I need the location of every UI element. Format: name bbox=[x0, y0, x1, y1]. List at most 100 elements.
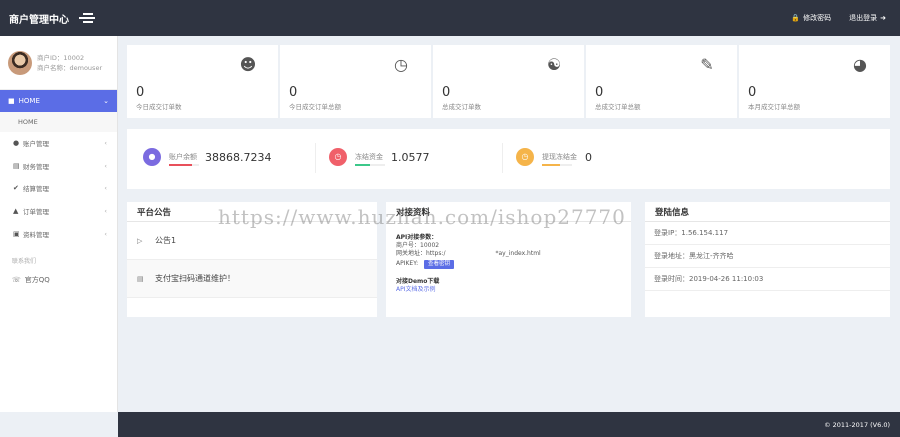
cart-plus-icon: ✎ bbox=[700, 55, 714, 74]
balance-item: ● 账户余额 38868.7234 bbox=[143, 148, 271, 166]
chevron-left-icon: ‹ bbox=[104, 184, 107, 193]
login-time: 登录时间：2019-04-26 11:10:03 bbox=[645, 268, 890, 291]
sidebar: 商户ID：10002 商户名称：demouser ■ HOME ⌄ HOME ●… bbox=[0, 36, 118, 412]
api-gateway: 网关地址：https:/ bbox=[396, 250, 446, 257]
cart-icon: ▲ bbox=[13, 207, 19, 216]
balance-value: 38868.7234 bbox=[205, 150, 272, 164]
stat-value: 0 bbox=[595, 85, 604, 100]
chevron-left-icon: ‹ bbox=[104, 207, 107, 216]
stats-row: ☻ 0 今日成交订单数 ◷ 0 今日成交订单总额 ☯ 0 总成交订单数 ✎ 0 … bbox=[127, 45, 890, 118]
main-content: ☻ 0 今日成交订单数 ◷ 0 今日成交订单总额 ☯ 0 总成交订单数 ✎ 0 … bbox=[118, 36, 900, 412]
balance-progress bbox=[542, 164, 572, 166]
sidebar-item-orders[interactable]: ▲ 订单管理 ‹ bbox=[0, 200, 117, 223]
chevron-left-icon: ‹ bbox=[104, 139, 107, 148]
stat-label: 本月成交订单总额 bbox=[748, 103, 800, 111]
sidebar-item-label: 资料管理 bbox=[23, 230, 49, 239]
balance-progress bbox=[169, 164, 199, 166]
notice-item[interactable]: ▷ 公告1 bbox=[127, 222, 377, 260]
panel-title: 对接资料 bbox=[386, 202, 631, 222]
divider bbox=[502, 143, 503, 173]
sidebar-item-profile[interactable]: ▣ 资料管理 ‹ bbox=[0, 222, 117, 245]
api-doc-link[interactable]: API文档及示例 bbox=[396, 286, 631, 294]
logout-label: 退出登录 bbox=[849, 14, 878, 22]
merchant-name: 商户名称：demouser bbox=[37, 63, 103, 72]
message-icon: ▤ bbox=[137, 274, 144, 283]
sidebar-item-label: 账户管理 bbox=[23, 140, 49, 149]
avatar bbox=[8, 50, 32, 75]
stat-label: 总成交订单总额 bbox=[595, 103, 641, 111]
stat-value: 0 bbox=[748, 85, 757, 100]
stat-card: ◷ 0 今日成交订单总额 bbox=[280, 45, 431, 118]
copyright: © 2011-2017 (V6.0) bbox=[824, 420, 890, 429]
sign-out-icon: ➜ bbox=[880, 14, 886, 22]
menu-toggle-icon[interactable] bbox=[79, 13, 95, 23]
sidebar-item-home[interactable]: ■ HOME ⌄ bbox=[0, 90, 117, 112]
user-circle-icon: ● bbox=[143, 148, 161, 166]
sidebar-item-account[interactable]: ● 账户管理 ‹ bbox=[0, 132, 117, 155]
balance-progress bbox=[355, 164, 385, 166]
footer: © 2011-2017 (V6.0) bbox=[118, 412, 900, 437]
brand: 商户管理中心 bbox=[0, 11, 118, 26]
login-location: 登录地址：黑龙江-齐齐哈 bbox=[645, 245, 890, 268]
login-info-panel: 登陆信息 登录IP：1.56.154.117 登录地址：黑龙江-齐齐哈 登录时间… bbox=[645, 202, 890, 317]
contact-section-label: 联系我们 bbox=[12, 258, 37, 266]
sidebar-item-label: HOME bbox=[18, 97, 40, 105]
notice-item[interactable]: ▤ 支付宝扫码通道维护！ bbox=[127, 260, 377, 298]
balance-label: 提现冻结金 bbox=[542, 153, 577, 161]
stat-label: 今日成交订单总额 bbox=[289, 103, 341, 111]
apikey-label: APIKEY: bbox=[396, 260, 419, 267]
stat-card: ☯ 0 总成交订单数 bbox=[433, 45, 584, 118]
sidebar-item-label: 财务管理 bbox=[23, 162, 49, 171]
balance-value: 0 bbox=[585, 150, 592, 164]
chevron-down-icon: ⌄ bbox=[103, 97, 109, 105]
balance-item: ◷ 冻结资金 1.0577 bbox=[329, 148, 430, 166]
official-qq-link[interactable]: ☏ 官方QQ bbox=[0, 271, 117, 289]
login-ip: 登录IP：1.56.154.117 bbox=[645, 222, 890, 245]
user-icon: ● bbox=[13, 139, 20, 148]
stat-card: ✎ 0 总成交订单总额 bbox=[586, 45, 737, 118]
balance-item: ◷ 提现冻结金 0 bbox=[516, 148, 592, 166]
card-icon: ▤ bbox=[13, 161, 20, 170]
api-panel: 对接资料 API对接参数： 商户号：10002 网关地址：https:/ *ay… bbox=[386, 202, 631, 317]
check-icon: ✔ bbox=[13, 184, 19, 193]
user-panel: 商户ID：10002 商户名称：demouser bbox=[0, 36, 117, 90]
logout-link[interactable]: 退出登录 ➜ bbox=[849, 13, 886, 23]
view-apikey-button[interactable]: 查看密钥 bbox=[424, 260, 455, 269]
chevron-left-icon: ‹ bbox=[104, 229, 107, 238]
stat-value: 0 bbox=[442, 85, 451, 100]
sidebar-item-finance[interactable]: ▤ 财务管理 ‹ bbox=[0, 155, 117, 178]
stat-value: 0 bbox=[289, 85, 298, 100]
balance-row: ● 账户余额 38868.7234 ◷ 冻结资金 1.0577 ◷ 提现冻结金 … bbox=[127, 129, 890, 189]
api-info-title: API对接参数： bbox=[396, 234, 438, 241]
notice-panel: 平台公告 ▷ 公告1 ▤ 支付宝扫码通道维护！ bbox=[127, 202, 377, 317]
panel-title: 平台公告 bbox=[127, 202, 377, 222]
qq-label: 官方QQ bbox=[24, 275, 50, 284]
stat-card: ☻ 0 今日成交订单数 bbox=[127, 45, 278, 118]
notice-text: 公告1 bbox=[155, 236, 177, 245]
pie-chart-icon: ◕ bbox=[853, 55, 867, 74]
clock-icon: ◷ bbox=[329, 148, 347, 166]
change-password-link[interactable]: 🔒 修改密码 bbox=[791, 13, 831, 23]
lock-icon: 🔒 bbox=[791, 14, 801, 22]
stat-value: 0 bbox=[136, 85, 145, 100]
balance-value: 1.0577 bbox=[391, 150, 430, 164]
panel-title: 登陆信息 bbox=[645, 202, 890, 222]
bank-icon: ▣ bbox=[13, 229, 20, 238]
stat-label: 今日成交订单数 bbox=[136, 103, 182, 111]
stat-card: ◕ 0 本月成交订单总额 bbox=[739, 45, 890, 118]
home-icon: ■ bbox=[8, 97, 15, 105]
api-gateway-tail: *ay_index.html bbox=[495, 250, 541, 257]
top-navbar: 商户管理中心 🔒 修改密码 退出登录 ➜ bbox=[0, 0, 900, 36]
sidebar-item-settlement[interactable]: ✔ 结算管理 ‹ bbox=[0, 177, 117, 200]
headset-icon: ☏ bbox=[12, 275, 21, 284]
merchant-id: 商户ID：10002 bbox=[37, 53, 85, 62]
change-password-label: 修改密码 bbox=[803, 14, 832, 22]
api-merchant: 商户号：10002 bbox=[396, 242, 440, 249]
stat-label: 总成交订单数 bbox=[442, 103, 481, 111]
divider bbox=[315, 143, 316, 173]
balance-label: 冻结资金 bbox=[355, 153, 383, 161]
sidebar-subitem-label: HOME bbox=[18, 118, 38, 126]
sidebar-subitem-home[interactable]: HOME bbox=[0, 112, 117, 132]
sidebar-item-label: 订单管理 bbox=[23, 208, 49, 217]
volume-icon: ▷ bbox=[137, 236, 143, 245]
